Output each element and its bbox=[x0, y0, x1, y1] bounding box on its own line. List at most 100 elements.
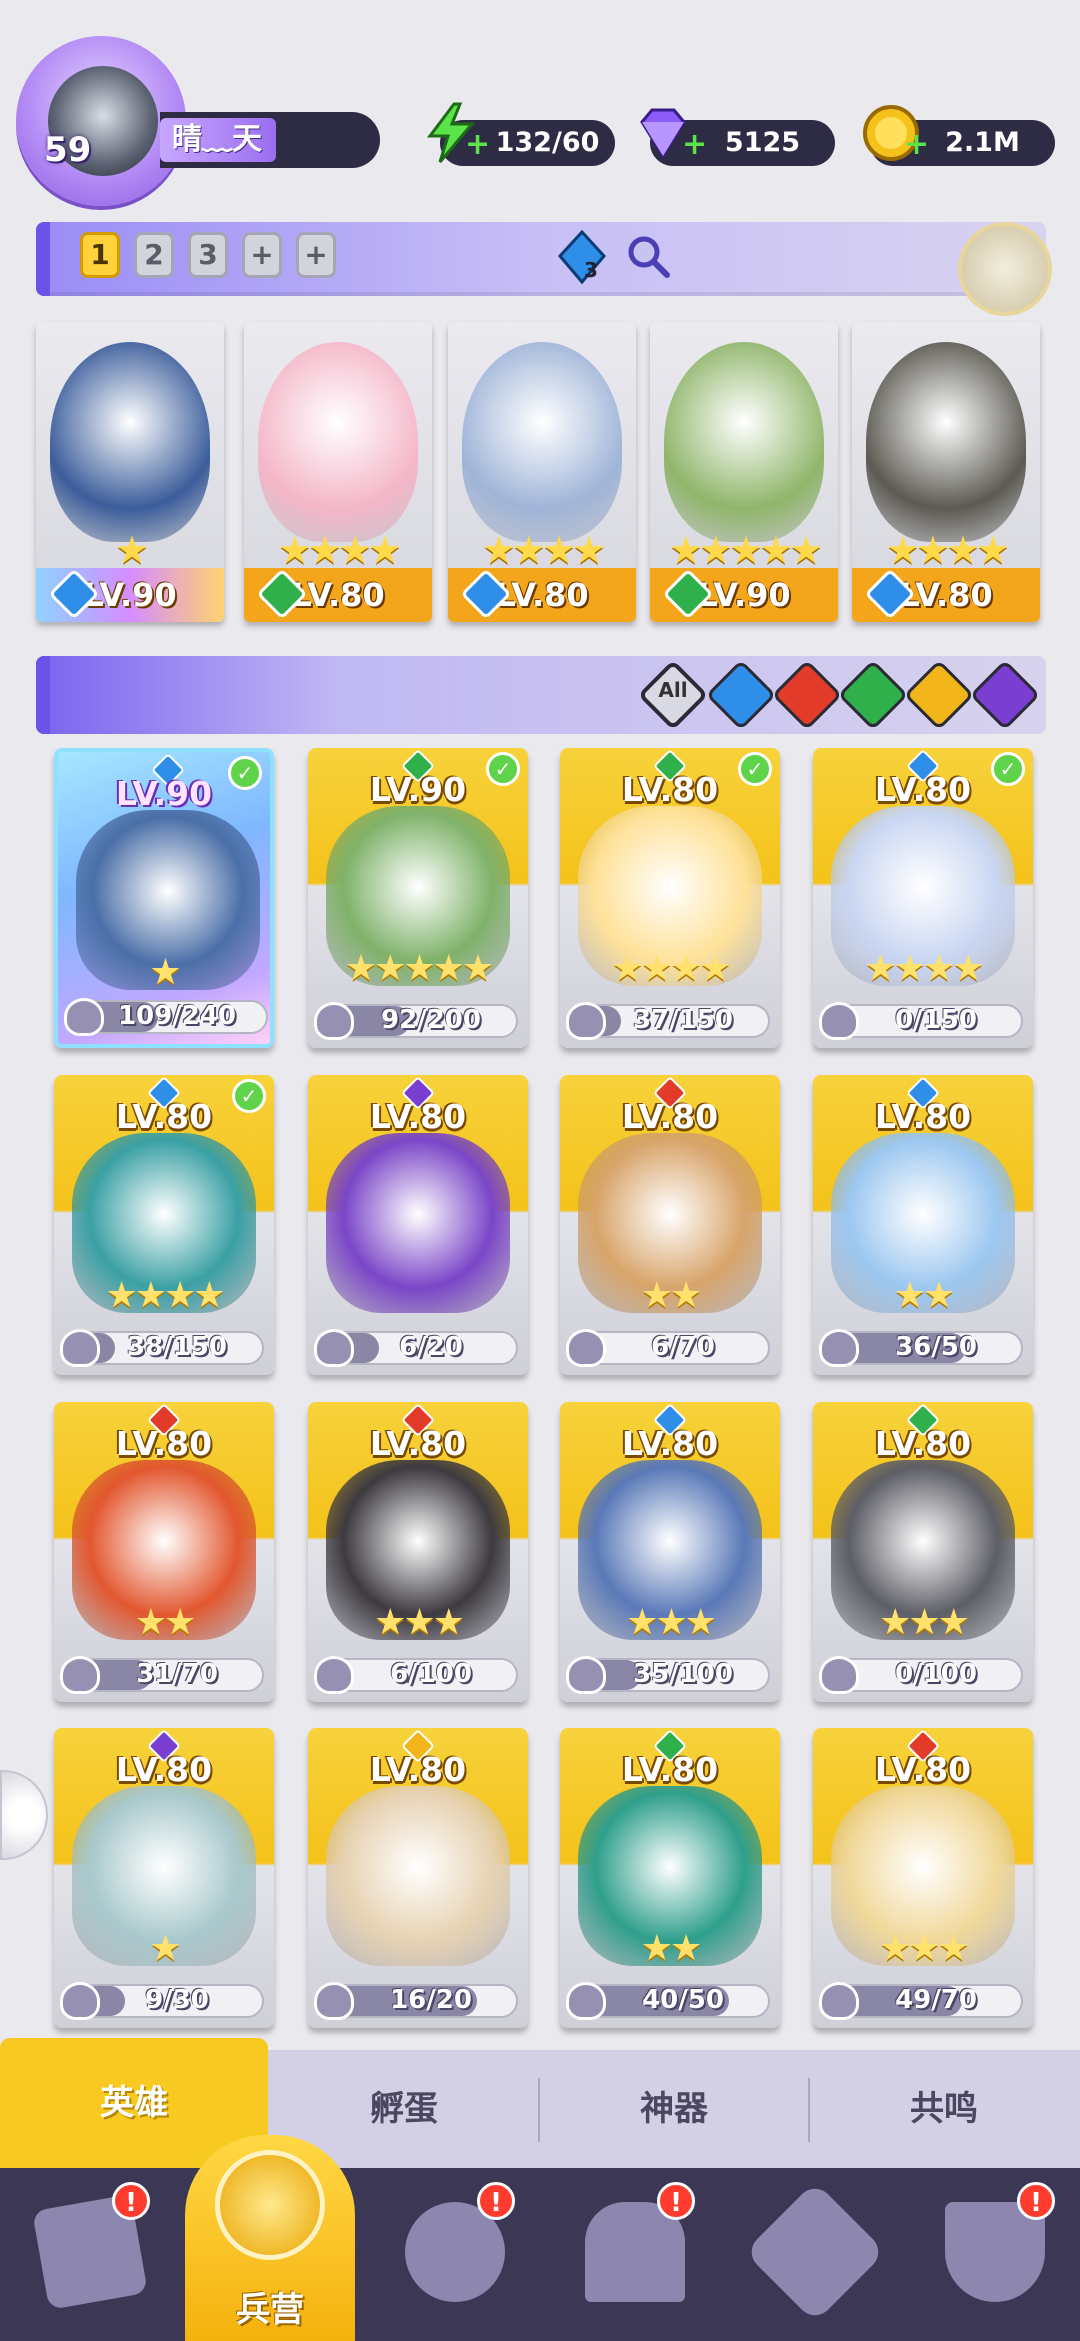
hero-card[interactable]: LV.80 ✓ ★★★★ 38/150 bbox=[54, 1075, 274, 1375]
hero-card[interactable]: LV.80 ★★ 40/50 bbox=[560, 1728, 780, 2028]
hero-card[interactable]: LV.90 ✓ ★ 109/240 bbox=[54, 748, 274, 1048]
star-rating: ★★ bbox=[640, 1928, 703, 1969]
player-name: 晴﹏天 bbox=[160, 118, 276, 162]
hero-card[interactable]: LV.80 ★★★ 49/70 bbox=[813, 1728, 1033, 2028]
star-rating: ★★★★ bbox=[481, 528, 606, 572]
hero-card[interactable]: LV.80 ★★ 6/70 bbox=[560, 1075, 780, 1375]
auto-team-button[interactable] bbox=[958, 222, 1052, 316]
star-rating: ★★★ bbox=[626, 1602, 717, 1643]
tab-artifacts[interactable]: 神器 bbox=[540, 2050, 808, 2168]
shard-count: 109/240 bbox=[117, 1001, 237, 1031]
tab-resonance[interactable]: 共鸣 bbox=[810, 2050, 1078, 2168]
hero-portrait bbox=[50, 342, 210, 542]
team-slot-3[interactable]: 3 bbox=[188, 232, 228, 278]
team-bar-edge bbox=[36, 222, 50, 296]
nav-cards[interactable]: ! bbox=[10, 2182, 160, 2332]
barracks-icon bbox=[215, 2150, 325, 2260]
hero-portrait bbox=[326, 1786, 510, 1966]
star-rating: ★★★ bbox=[879, 1602, 970, 1643]
star-rating: ★★★★ bbox=[885, 528, 1010, 572]
star-rating: ★★★ bbox=[374, 1602, 465, 1643]
star-rating: ★★ bbox=[640, 1275, 703, 1316]
in-team-check-icon: ✓ bbox=[991, 752, 1025, 786]
water-gem-icon[interactable] bbox=[556, 230, 608, 286]
hero-card[interactable]: LV.80 6/20 bbox=[308, 1075, 528, 1375]
shard-count: 92/200 bbox=[381, 1005, 481, 1035]
team-hero-card[interactable]: ★★★★ LV.80 bbox=[244, 322, 432, 622]
team-hero-card[interactable]: ★★★★★ LV.90 bbox=[650, 322, 838, 622]
star-rating: ★★ bbox=[893, 1275, 956, 1316]
notification-badge: ! bbox=[477, 2182, 515, 2220]
star-rating: ★★★★ bbox=[864, 948, 984, 989]
hero-card[interactable]: LV.80 ★★★ 6/100 bbox=[308, 1402, 528, 1702]
add-energy-icon[interactable]: + bbox=[465, 130, 490, 160]
add-gold-icon[interactable]: + bbox=[904, 130, 929, 160]
hero-card[interactable]: LV.80 ★★ 36/50 bbox=[813, 1075, 1033, 1375]
hero-level: LV.80 bbox=[369, 1424, 467, 1463]
hero-portrait bbox=[664, 342, 824, 542]
shard-count: 36/50 bbox=[895, 1332, 977, 1362]
team-hero-card[interactable]: ★★★★ LV.80 bbox=[448, 322, 636, 622]
nav-castle[interactable]: ! bbox=[555, 2182, 705, 2332]
team-hero-card[interactable]: ★ LV.90 bbox=[36, 322, 224, 622]
nav-map[interactable]: ! bbox=[375, 2182, 525, 2332]
in-team-check-icon: ✓ bbox=[228, 756, 262, 790]
filter-all-label: All bbox=[658, 678, 688, 702]
hero-card[interactable]: LV.80 ★★★ 0/100 bbox=[813, 1402, 1033, 1702]
hero-card[interactable]: LV.80 ★★★ 35/100 bbox=[560, 1402, 780, 1702]
notification-badge: ! bbox=[657, 2182, 695, 2220]
shard-count: 6/70 bbox=[651, 1332, 715, 1362]
mushroom-icon bbox=[744, 2181, 886, 2323]
star-rating: ★ bbox=[149, 952, 181, 993]
hero-card[interactable]: LV.80 ★★ 31/70 bbox=[54, 1402, 274, 1702]
hero-card[interactable]: LV.80 ✓ ★★★★ 37/150 bbox=[560, 748, 780, 1048]
hero-portrait bbox=[326, 1133, 510, 1313]
star-rating: ★★★ bbox=[879, 1928, 970, 1969]
star-rating: ★ bbox=[114, 528, 149, 572]
search-icon[interactable] bbox=[624, 232, 672, 280]
hero-card[interactable]: LV.80 ★ 9/30 bbox=[54, 1728, 274, 2028]
hero-level: LV.80 bbox=[115, 1750, 213, 1789]
add-team-slot-button[interactable]: + bbox=[242, 232, 282, 278]
in-team-check-icon: ✓ bbox=[232, 1079, 266, 1113]
team-gem-count: 3 bbox=[584, 258, 598, 282]
filter-bar-edge bbox=[36, 656, 50, 734]
team-slot-1[interactable]: 1 bbox=[80, 232, 120, 278]
star-rating: ★ bbox=[149, 1928, 181, 1969]
hero-level: LV.80 bbox=[621, 1097, 719, 1136]
add-gem-icon[interactable]: + bbox=[682, 130, 707, 160]
in-team-check-icon: ✓ bbox=[486, 752, 520, 786]
star-rating: ★★★★★ bbox=[668, 528, 823, 572]
team-hero-card[interactable]: ★★★★ LV.80 bbox=[852, 322, 1040, 622]
nav-banner[interactable]: ! bbox=[915, 2182, 1065, 2332]
add-team-slot-button[interactable]: + bbox=[296, 232, 336, 278]
hero-level: LV.80 bbox=[874, 1097, 972, 1136]
hero-level: LV.80 bbox=[874, 1424, 972, 1463]
shard-count: 0/100 bbox=[895, 1659, 977, 1689]
hero-level: LV.80 bbox=[874, 1750, 972, 1789]
star-rating: ★★★★ bbox=[277, 528, 402, 572]
shard-count: 38/150 bbox=[127, 1332, 227, 1362]
hero-portrait bbox=[866, 342, 1026, 542]
hero-level: LV.80 bbox=[369, 1750, 467, 1789]
hero-card[interactable]: LV.80 16/20 bbox=[308, 1728, 528, 2028]
in-team-check-icon: ✓ bbox=[738, 752, 772, 786]
hero-card[interactable]: LV.90 ✓ ★★★★★ 92/200 bbox=[308, 748, 528, 1048]
star-rating: ★★ bbox=[134, 1602, 197, 1643]
star-rating: ★★★★ bbox=[105, 1275, 225, 1316]
hero-card[interactable]: LV.80 ✓ ★★★★ 0/150 bbox=[813, 748, 1033, 1048]
shard-count: 0/150 bbox=[895, 1005, 977, 1035]
shard-count: 49/70 bbox=[895, 1985, 977, 2015]
notification-badge: ! bbox=[1017, 2182, 1055, 2220]
hero-level: LV.80 bbox=[621, 1750, 719, 1789]
nav-barracks-label: 兵营 bbox=[236, 2290, 304, 2330]
side-avatar-bubble[interactable] bbox=[0, 1770, 48, 1860]
hero-level: LV.80 bbox=[115, 1424, 213, 1463]
shard-count: 40/50 bbox=[642, 1985, 724, 2015]
team-slot-2[interactable]: 2 bbox=[134, 232, 174, 278]
notification-badge: ! bbox=[112, 2182, 150, 2220]
hero-level: LV.80 bbox=[621, 1424, 719, 1463]
star-rating: ★★★★★ bbox=[344, 948, 494, 989]
nav-mushroom[interactable] bbox=[735, 2181, 886, 2332]
shard-count: 31/70 bbox=[136, 1659, 218, 1689]
